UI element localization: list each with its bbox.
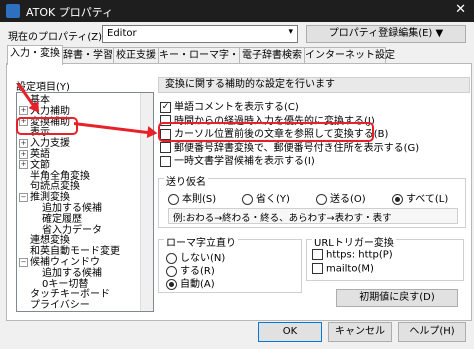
expand-toggle-icon[interactable]: − xyxy=(19,192,28,202)
expand-toggle-icon[interactable]: + xyxy=(19,149,28,159)
tab-proofreading[interactable]: 校正支援 xyxy=(113,47,159,64)
tree-item-label: 文節 xyxy=(30,159,50,171)
expand-toggle-icon[interactable]: − xyxy=(19,257,28,267)
option-radio[interactable]: 自動(A) xyxy=(166,275,215,290)
profile-register-button[interactable]: プロパティ登録編集(E) ▼ xyxy=(306,25,466,43)
okurigana-title: 送り仮名 xyxy=(164,173,208,188)
tab-internet-settings[interactable]: インターネット設定 xyxy=(304,47,395,64)
highlight-option xyxy=(158,122,374,142)
tree-item-label: 0キー切替 xyxy=(42,278,89,290)
expand-toggle-icon[interactable]: + xyxy=(19,106,28,116)
reset-defaults-button[interactable]: 初期値に戻す(D) xyxy=(336,289,458,307)
profile-label: 現在のプロパティ(Z) xyxy=(8,32,103,43)
option-label: 自動(A) xyxy=(180,279,215,290)
tab-e-dictionary[interactable]: 電子辞書検索 xyxy=(239,47,305,64)
option-label: すべて(L) xyxy=(406,194,449,205)
romaji-title: ローマ字立直り xyxy=(164,234,238,249)
section-header: 変換に関する補助的な設定を行います xyxy=(158,77,470,93)
okurigana-example: 例:おわる→終わる・終る、あらわす→表わす・表す xyxy=(168,208,458,224)
profile-select[interactable]: Editor ▾ xyxy=(102,25,298,43)
tree-item-label: 句読点変換 xyxy=(30,181,80,193)
tree-item-label: 候補ウィンドウ xyxy=(30,257,100,268)
ok-button[interactable]: OK xyxy=(258,322,322,342)
option-radio[interactable]: 本則(S) xyxy=(168,190,216,205)
tree-item-label: 和英自動モード変更 xyxy=(30,246,120,258)
atok-properties-window: ATOK プロパティ ✕ 現在のプロパティ(Z) Editor ▾ プロパティ登… xyxy=(0,0,474,349)
option-radio[interactable]: 送る(O) xyxy=(316,190,366,205)
tree-item-label: 英語 xyxy=(30,149,50,160)
checkbox-icon[interactable] xyxy=(160,155,171,167)
option-radio[interactable]: 省く(Y) xyxy=(242,190,290,205)
tree-item-label: プライバシー xyxy=(30,300,90,312)
help-button[interactable]: ヘルプ(H) xyxy=(398,322,466,342)
tree-item-label: 入力支援 xyxy=(30,138,70,150)
chevron-down-icon: ▾ xyxy=(288,27,293,37)
option-label: https: http(P) xyxy=(326,249,393,261)
cancel-button[interactable]: キャンセル xyxy=(328,322,392,342)
option-label: 本則(S) xyxy=(182,194,217,205)
tree-item-label: 連想変換 xyxy=(30,235,70,247)
option-label: mailto(M) xyxy=(326,263,374,275)
option-label: 一時文書学習候補を表示する(I) xyxy=(174,156,315,167)
title-bar: ATOK プロパティ ✕ xyxy=(0,0,474,22)
radio-icon[interactable] xyxy=(166,278,177,290)
expand-toggle-icon[interactable]: + xyxy=(19,138,28,148)
url-trigger-title: URLトリガー変換 xyxy=(312,234,396,249)
close-icon[interactable]: ✕ xyxy=(455,2,466,17)
option-label: 省く(Y) xyxy=(256,194,290,205)
tree-item-label: 推測変換 xyxy=(30,192,70,204)
profile-value: Editor xyxy=(107,28,137,39)
tree-item[interactable]: プライバシー xyxy=(19,300,90,312)
expand-toggle-icon[interactable]: + xyxy=(19,160,28,170)
radio-icon[interactable] xyxy=(168,193,179,205)
tab-key-romaji-color[interactable]: キー・ローマ字・色 xyxy=(158,47,249,64)
radio-icon[interactable] xyxy=(316,193,327,205)
okurigana-example-text: 例:おわる→終わる・終る、あらわす→表わす・表す xyxy=(173,213,392,224)
option-radio[interactable]: すべて(L) xyxy=(392,190,448,205)
option-checkbox[interactable]: mailto(M) xyxy=(312,263,374,275)
checkbox-icon[interactable] xyxy=(312,249,323,260)
tree-item-label: タッチキーボード xyxy=(30,289,110,301)
option-checkbox[interactable]: https: http(P) xyxy=(312,249,393,261)
radio-icon[interactable] xyxy=(242,193,253,205)
highlight-tree-item xyxy=(16,117,78,135)
tab-dictionary-learning[interactable]: 辞書・学習 xyxy=(62,47,114,64)
option-checkbox[interactable]: 一時文書学習候補を表示する(I) xyxy=(160,152,315,167)
option-label: 送る(O) xyxy=(330,194,366,205)
window-title: ATOK プロパティ xyxy=(26,6,114,19)
radio-icon[interactable] xyxy=(392,193,403,205)
tree-item-label: 確定履歴 xyxy=(42,213,82,225)
tree-item-label: 追加する候補 xyxy=(42,267,102,279)
tree-item-label: 省入力データ xyxy=(42,224,102,236)
checkbox-icon[interactable] xyxy=(312,263,323,274)
tree-item-label: 追加する候補 xyxy=(42,203,102,214)
tab-input-conversion[interactable]: 入力・変換 xyxy=(7,45,63,65)
atok-app-icon xyxy=(6,4,20,18)
tree-item-label: 半角全角変換 xyxy=(30,170,90,182)
